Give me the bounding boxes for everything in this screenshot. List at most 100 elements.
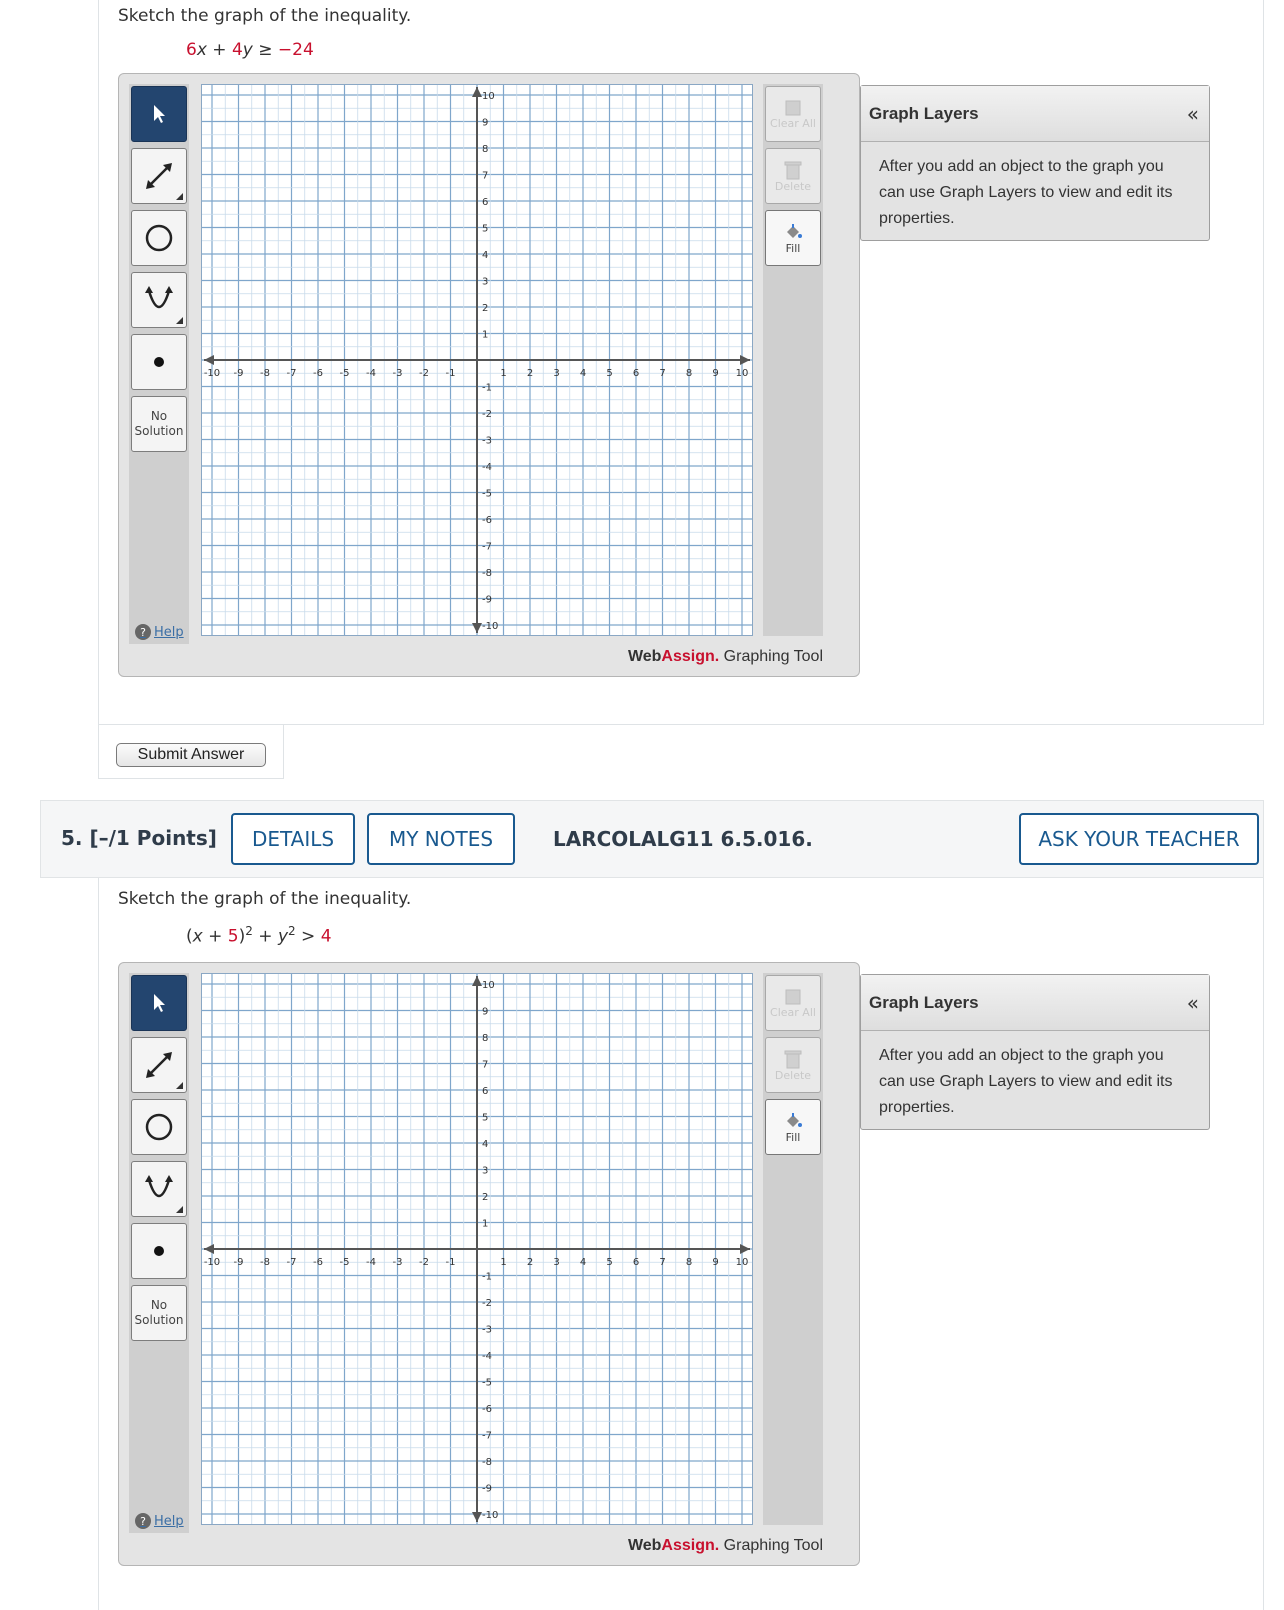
circle-icon (145, 224, 173, 252)
y-tick-label: 9 (482, 1007, 488, 1018)
x-tick-label: -2 (419, 1257, 429, 1268)
graph-layers-text: After you add an object to the graph you… (879, 1047, 1173, 1116)
line-tool-button[interactable] (131, 1037, 187, 1093)
delete-button[interactable]: Delete (765, 1037, 821, 1093)
x-tick-label: -10 (204, 368, 220, 379)
x-tick-label: -4 (366, 368, 376, 379)
x-tick-label: 8 (686, 368, 692, 379)
y-tick-label: -5 (482, 1378, 492, 1389)
point-icon (154, 1246, 164, 1256)
y-axis-arrow (472, 976, 482, 986)
x-tick-label: -2 (419, 368, 429, 379)
y-tick-label: -10 (482, 1510, 498, 1521)
y-tick-label: -10 (482, 621, 498, 632)
clear-all-icon (785, 989, 801, 1004)
graph-layers-text: After you add an object to the graph you… (879, 158, 1173, 227)
x-tick-label: 8 (686, 1257, 692, 1268)
clear-all-button[interactable]: Clear All (765, 86, 821, 142)
clear-all-button[interactable]: Clear All (765, 975, 821, 1031)
y-tick-label: 5 (482, 224, 488, 235)
line-icon (146, 1052, 172, 1078)
circle-tool-button[interactable] (131, 1099, 187, 1155)
question-code: LARCOLALG11 6.5.016. (553, 827, 813, 851)
paint-bucket-icon (787, 1112, 802, 1127)
select-tool-button[interactable] (131, 975, 187, 1031)
collapse-icon[interactable]: « (1187, 991, 1199, 1015)
fill-button[interactable]: Fill (765, 1099, 821, 1155)
webassign-logo: WebAssign. Graphing Tool (627, 1537, 823, 1554)
trash-icon (784, 161, 802, 179)
tool-palette: No Solution ? Help (129, 973, 189, 1533)
select-tool-button[interactable] (131, 86, 187, 142)
delete-button[interactable]: Delete (765, 148, 821, 204)
y-tick-label: -4 (482, 462, 492, 473)
graph-layers-panel: Graph Layers « After you add an object t… (860, 974, 1210, 1130)
y-axis-arrow (472, 1512, 482, 1522)
y-axis-arrow (472, 87, 482, 97)
y-tick-label: 7 (482, 1060, 488, 1071)
point-tool-button[interactable] (131, 1223, 187, 1279)
collapse-icon[interactable]: « (1187, 102, 1199, 126)
x-tick-label: 4 (580, 1257, 586, 1268)
graphing-tool: No Solution ? Help -10 -10 -9 -9 -8 -8 -7 -7 -6 -6-… (118, 962, 860, 1566)
x-tick-label: 5 (606, 368, 612, 379)
x-tick-label: 6 (633, 368, 639, 379)
x-tick-label: 2 (527, 368, 533, 379)
y-tick-label: 6 (482, 1086, 488, 1097)
x-tick-label: 10 (736, 1257, 749, 1268)
parabola-tool-button[interactable] (131, 1161, 187, 1217)
graph-layers-title: Graph Layers (869, 992, 979, 1012)
parabola-tool-button[interactable] (131, 272, 187, 328)
x-axis-arrow (204, 355, 214, 365)
y-tick-label: 3 (482, 277, 488, 288)
paint-bucket-icon (787, 223, 802, 238)
circle-tool-button[interactable] (131, 210, 187, 266)
x-tick-label: -1 (446, 368, 456, 379)
y-tick-label: -3 (482, 1325, 492, 1336)
x-tick-label: -4 (366, 1257, 376, 1268)
y-tick-label: 4 (482, 250, 488, 261)
parabola-icon (145, 1175, 173, 1198)
y-tick-label: 10 (482, 980, 495, 991)
x-tick-label: -5 (340, 1257, 350, 1268)
graph-canvas[interactable]: -10 -10 -9 -9 -8 -8 -7 -7 -6 -6 -5 -5 -4 -4 -3 -3 -2 -2 -1… (201, 973, 753, 1525)
x-tick-label: -9 (234, 1257, 244, 1268)
fill-button[interactable]: Fill (765, 210, 821, 266)
x-tick-label: 3 (553, 368, 559, 379)
question-prompt: Sketch the graph of the inequality. (118, 6, 412, 26)
point-tool-button[interactable] (131, 334, 187, 390)
circle-icon (145, 1113, 173, 1141)
x-tick-label: 1 (500, 368, 506, 379)
x-tick-label: -5 (340, 368, 350, 379)
y-tick-label: -1 (482, 1272, 492, 1283)
y-tick-label: -7 (482, 542, 492, 553)
ask-your-teacher-button[interactable]: ASK YOUR TEACHER (1019, 813, 1259, 865)
x-tick-label: 5 (606, 1257, 612, 1268)
y-tick-label: 3 (482, 1166, 488, 1177)
inequality: 6x + 4y ≥ −24 (186, 40, 314, 60)
webassign-logo: WebAssign. Graphing Tool (627, 648, 823, 665)
help-link[interactable]: ? Help (135, 624, 184, 640)
y-tick-label: 2 (482, 1192, 488, 1203)
graph-layers-panel: Graph Layers « After you add an object t… (860, 85, 1210, 241)
my-notes-button[interactable]: MY NOTES (367, 813, 515, 865)
details-button[interactable]: DETAILS (231, 813, 355, 865)
no-solution-button[interactable]: No Solution (131, 396, 187, 452)
x-tick-label: -3 (393, 1257, 403, 1268)
y-tick-label: 1 (482, 330, 488, 341)
y-tick-label: -2 (482, 409, 492, 420)
y-tick-label: -4 (482, 1351, 492, 1362)
x-tick-label: -7 (287, 368, 297, 379)
no-solution-button[interactable]: No Solution (131, 1285, 187, 1341)
y-tick-label: -9 (482, 1484, 492, 1495)
graph-canvas[interactable]: -10 -10 -9 -9 -8 -8 -7 -7 -6 -6 -5 -5 -4 -4 -3 -3 -2 -2 -1… (201, 84, 753, 636)
help-icon: ? (135, 1513, 151, 1529)
line-tool-button[interactable] (131, 148, 187, 204)
help-link[interactable]: ? Help (135, 1513, 184, 1529)
graphing-tool: No Solution ? Help -10 -10 -9 -9 -8 -8 -7 -7 -6 -6-… (118, 73, 860, 677)
clear-all-icon (785, 100, 801, 115)
y-tick-label: -7 (482, 1431, 492, 1442)
x-tick-label: -6 (313, 368, 323, 379)
submit-answer-button[interactable]: Submit Answer (116, 743, 266, 767)
x-tick-label: -7 (287, 1257, 297, 1268)
